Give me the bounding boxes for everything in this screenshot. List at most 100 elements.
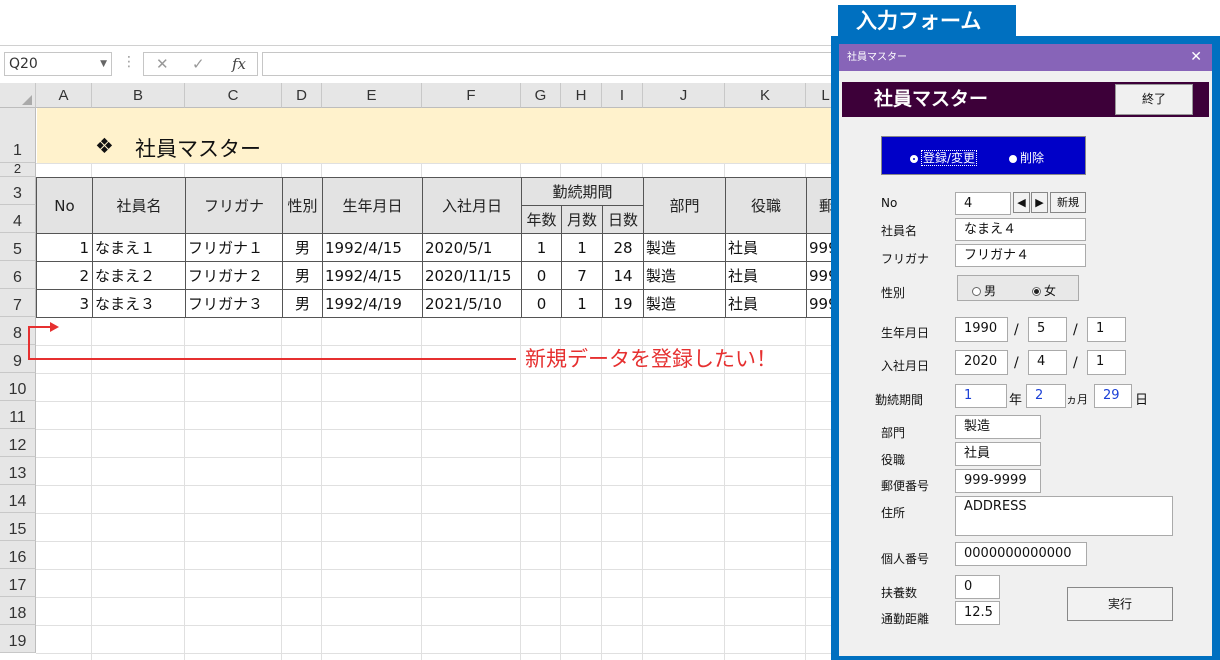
no-field[interactable]: 4	[955, 192, 1011, 215]
name-field[interactable]: なまえ４	[955, 218, 1086, 241]
gender-option-female[interactable]: 女	[1032, 282, 1056, 299]
name-box[interactable]: Q20 ▼	[4, 52, 112, 76]
row-header[interactable]: 14	[0, 485, 36, 513]
table-cell[interactable]: 製造	[643, 261, 726, 290]
furigana-field[interactable]: フリガナ４	[955, 244, 1086, 267]
table-cell[interactable]: 2021/5/10	[422, 289, 522, 318]
execute-button[interactable]: 実行	[1067, 587, 1173, 621]
address-field[interactable]: ADDRESS	[955, 496, 1173, 536]
row-header[interactable]: 6	[0, 261, 36, 289]
table-cell[interactable]: フリガナ３	[185, 289, 283, 318]
table-cell[interactable]: なまえ１	[92, 233, 186, 262]
table-cell[interactable]: 1992/4/19	[322, 289, 423, 318]
check-icon[interactable]: ✓	[192, 55, 205, 73]
column-header-k[interactable]: K	[725, 83, 806, 108]
formula-input[interactable]	[262, 52, 835, 76]
table-cell[interactable]: 2020/5/1	[422, 233, 522, 262]
birth-day-field[interactable]: 1	[1087, 317, 1126, 342]
position-field[interactable]: 社員	[955, 442, 1041, 466]
cancel-icon[interactable]: ✕	[156, 55, 169, 73]
row-header[interactable]: 1	[0, 108, 36, 163]
table-cell[interactable]: なまえ２	[92, 261, 186, 290]
table-cell[interactable]: 28	[602, 233, 644, 262]
table-cell[interactable]: 2	[36, 261, 93, 290]
table-cell[interactable]: 社員	[725, 261, 807, 290]
column-header-d[interactable]: D	[282, 83, 322, 108]
table-cell[interactable]: 社員	[725, 233, 807, 262]
dependents-field[interactable]: 0	[955, 575, 1000, 599]
tenure-days-field[interactable]: 29	[1094, 384, 1132, 408]
table-cell[interactable]: 製造	[643, 233, 726, 262]
header-dept: 部門	[643, 177, 726, 234]
chevron-down-icon[interactable]: ▼	[100, 53, 107, 75]
row-header[interactable]: 10	[0, 373, 36, 401]
column-header-f[interactable]: F	[422, 83, 521, 108]
birth-year-field[interactable]: 1990	[955, 317, 1008, 342]
table-cell[interactable]: 0	[521, 261, 562, 290]
dept-field[interactable]: 製造	[955, 415, 1041, 439]
tenure-years-field[interactable]: 1	[955, 384, 1007, 408]
table-cell[interactable]: 1	[36, 233, 93, 262]
row-header[interactable]: 19	[0, 625, 36, 653]
function-icon[interactable]: fx	[232, 55, 246, 73]
table-cell[interactable]: 3	[36, 289, 93, 318]
gender-option-male[interactable]: 男	[972, 282, 996, 299]
table-cell[interactable]: 1	[561, 289, 603, 318]
prev-record-button[interactable]: ◀	[1013, 192, 1030, 213]
table-cell[interactable]: フリガナ２	[185, 261, 283, 290]
table-cell[interactable]: 男	[282, 233, 323, 262]
column-header-i[interactable]: I	[602, 83, 643, 108]
end-button[interactable]: 終了	[1115, 84, 1193, 115]
mode-option-delete[interactable]: 削除	[1009, 149, 1044, 166]
postal-field[interactable]: 999-9999	[955, 469, 1041, 493]
table-cell[interactable]: 19	[602, 289, 644, 318]
excel-window: Q20 ▼ ⋮ ✕ ✓ fx A B C D E F G H I J K L 1…	[0, 0, 835, 660]
row-header[interactable]: 13	[0, 457, 36, 485]
column-header-g[interactable]: G	[521, 83, 561, 108]
table-cell[interactable]: 7	[561, 261, 603, 290]
birth-month-field[interactable]: 5	[1028, 317, 1067, 342]
column-header-j[interactable]: J	[643, 83, 725, 108]
row-header[interactable]: 16	[0, 541, 36, 569]
diamond-bullet-icon: ❖	[95, 134, 114, 158]
row-header[interactable]: 5	[0, 233, 36, 261]
table-cell[interactable]: 1	[561, 233, 603, 262]
table-cell[interactable]: 0	[521, 289, 562, 318]
close-icon[interactable]: ✕	[1190, 44, 1202, 71]
select-all-corner[interactable]	[0, 83, 36, 108]
new-record-button[interactable]: 新規	[1050, 192, 1086, 213]
row-header[interactable]: 12	[0, 429, 36, 457]
hire-year-field[interactable]: 2020	[955, 350, 1008, 375]
next-record-button[interactable]: ▶	[1031, 192, 1048, 213]
table-cell[interactable]: 男	[282, 289, 323, 318]
row-header[interactable]: 7	[0, 289, 36, 317]
column-header-a[interactable]: A	[36, 83, 92, 108]
mynumber-field[interactable]: 0000000000000	[955, 542, 1087, 566]
row-header[interactable]: 17	[0, 569, 36, 597]
table-cell[interactable]: 社員	[725, 289, 807, 318]
table-cell[interactable]: 1992/4/15	[322, 233, 423, 262]
column-header-c[interactable]: C	[185, 83, 282, 108]
table-cell[interactable]: 1	[521, 233, 562, 262]
row-header[interactable]: 15	[0, 513, 36, 541]
table-cell[interactable]: 1992/4/15	[322, 261, 423, 290]
table-cell[interactable]: 2020/11/15	[422, 261, 522, 290]
row-header[interactable]: 2	[0, 162, 36, 177]
table-cell[interactable]: 製造	[643, 289, 726, 318]
row-header[interactable]: 4	[0, 205, 36, 233]
row-header[interactable]: 11	[0, 401, 36, 429]
table-cell[interactable]: 男	[282, 261, 323, 290]
column-header-b[interactable]: B	[92, 83, 185, 108]
column-header-e[interactable]: E	[322, 83, 422, 108]
column-header-h[interactable]: H	[561, 83, 602, 108]
hire-month-field[interactable]: 4	[1028, 350, 1067, 375]
mode-option-register[interactable]: 登録/変更	[910, 149, 978, 166]
row-header[interactable]: 3	[0, 177, 36, 205]
table-cell[interactable]: 14	[602, 261, 644, 290]
hire-day-field[interactable]: 1	[1087, 350, 1126, 375]
tenure-months-field[interactable]: 2	[1026, 384, 1066, 408]
table-cell[interactable]: なまえ３	[92, 289, 186, 318]
row-header[interactable]: 18	[0, 597, 36, 625]
table-cell[interactable]: フリガナ１	[185, 233, 283, 262]
commute-field[interactable]: 12.5	[955, 601, 1000, 625]
